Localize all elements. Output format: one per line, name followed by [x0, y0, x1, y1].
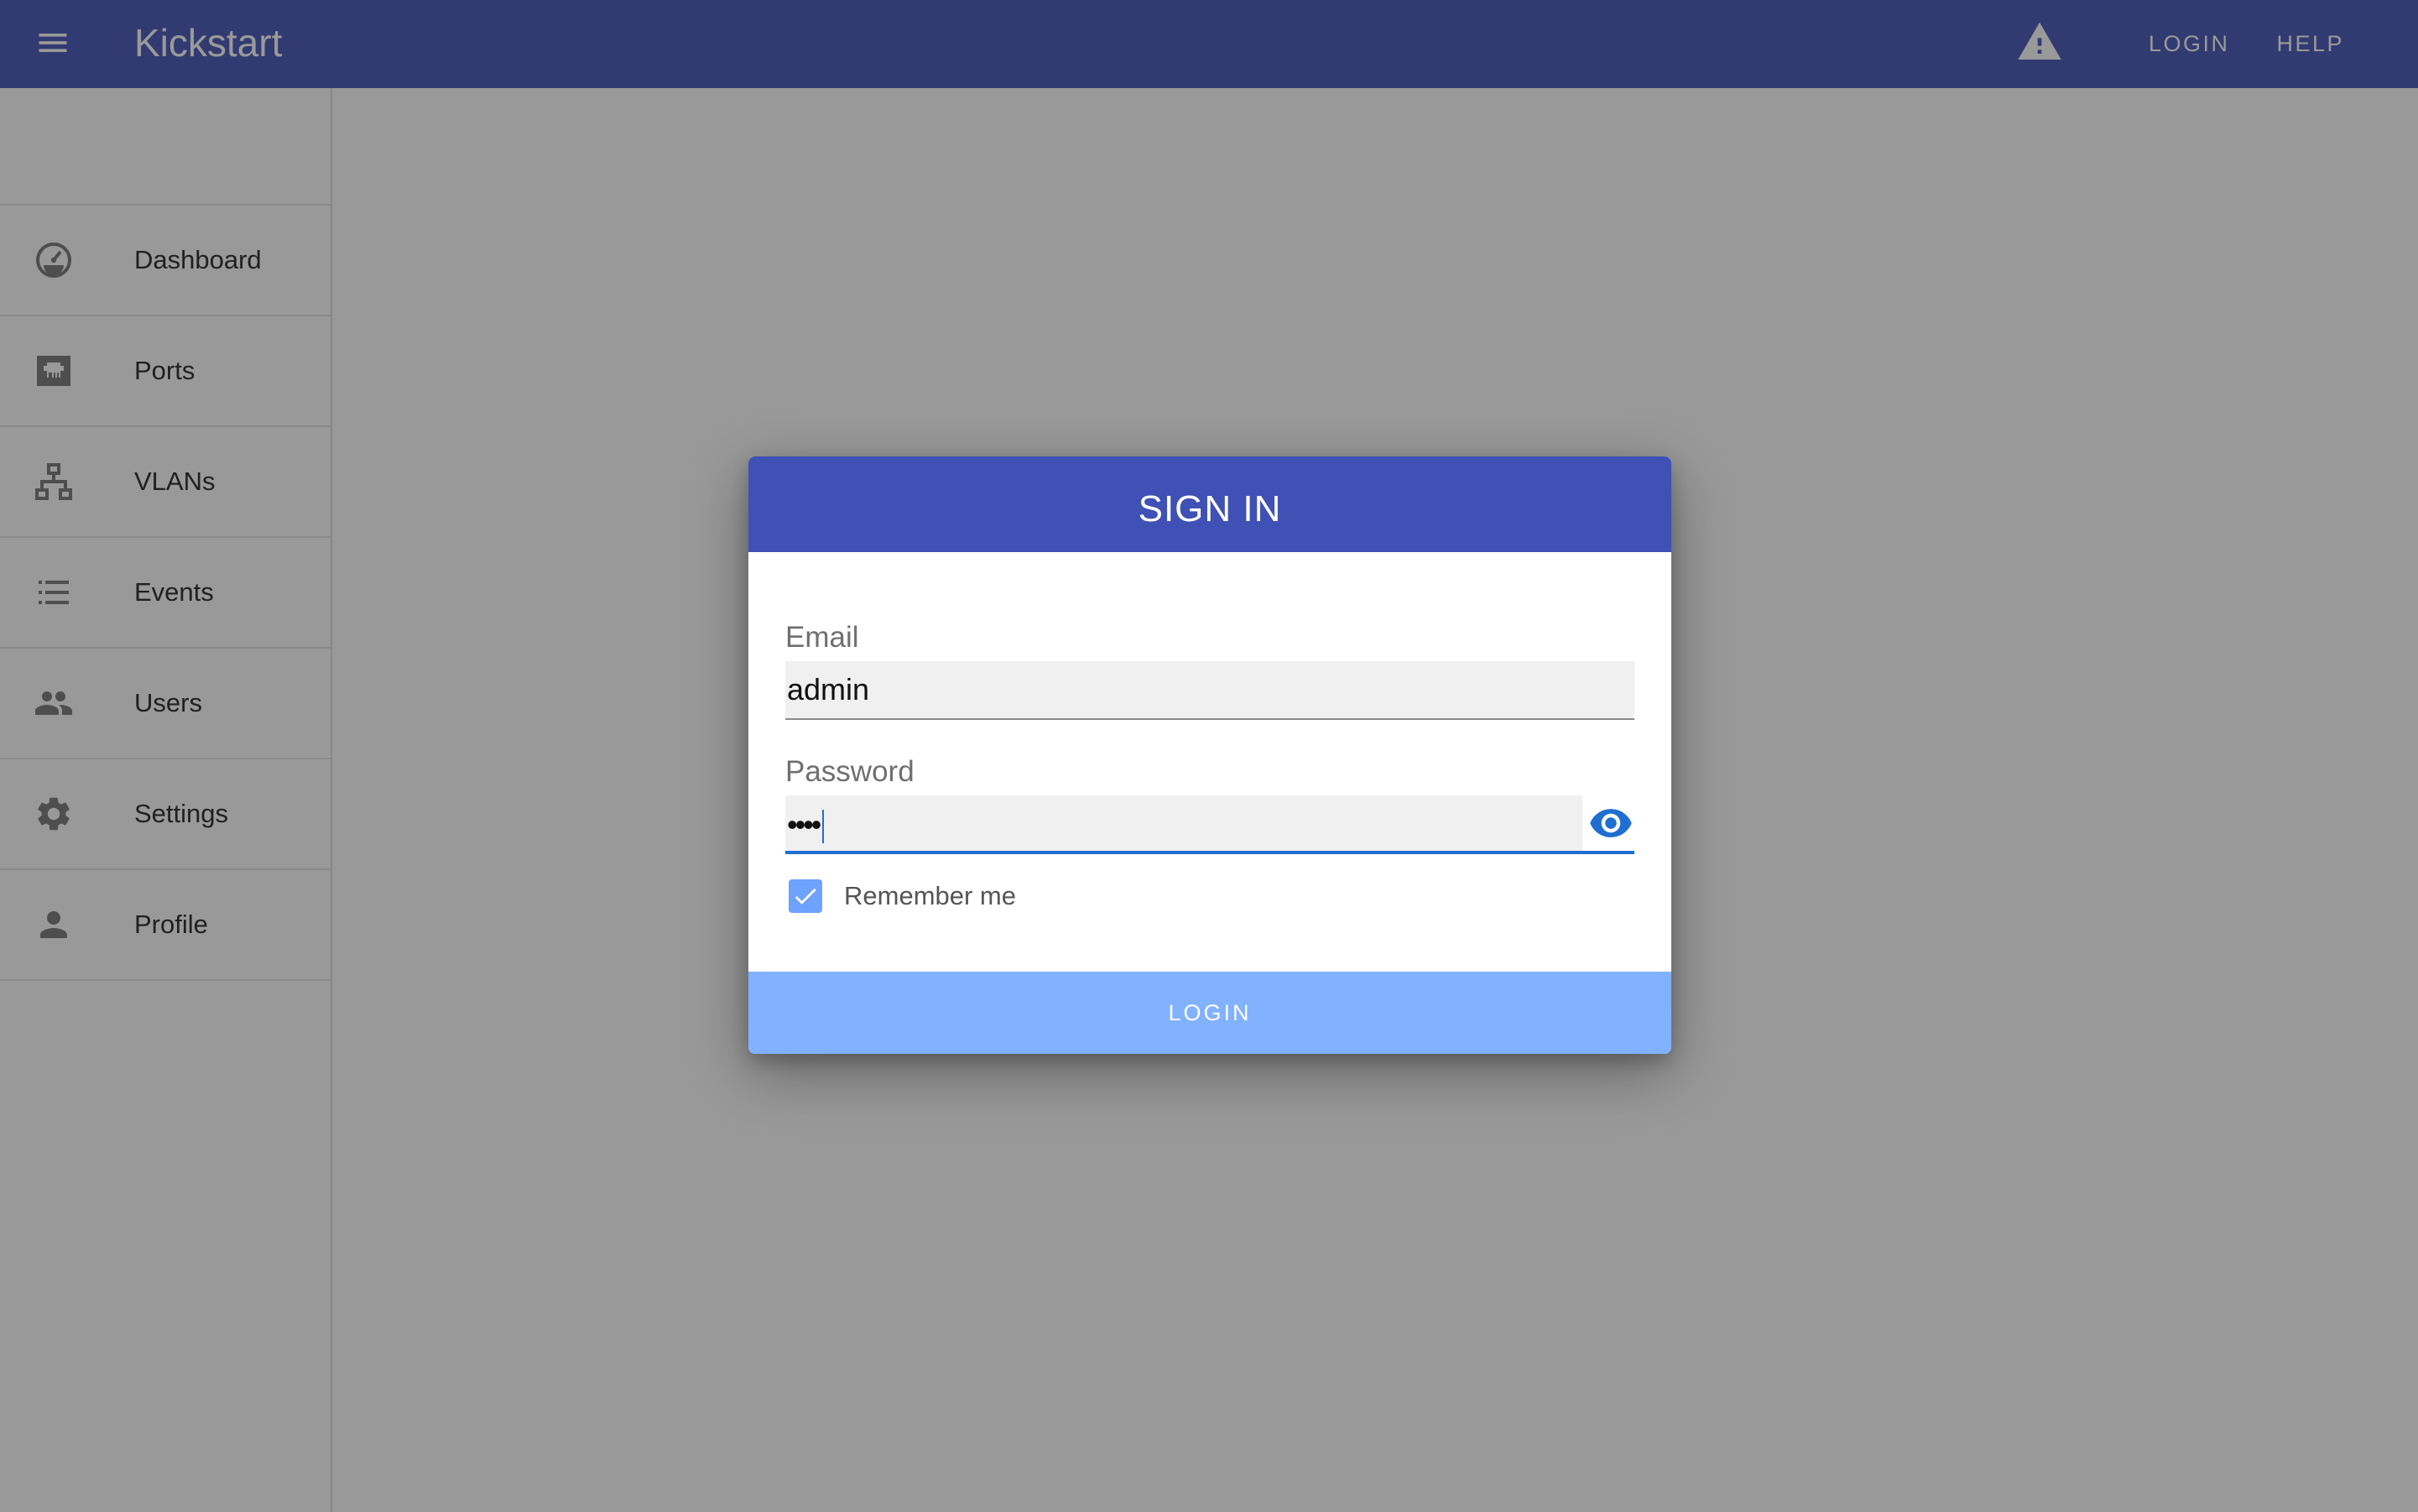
text-caret	[822, 810, 825, 844]
email-label: Email	[785, 621, 859, 654]
login-button[interactable]: LOGIN	[748, 972, 1671, 1054]
checkbox-checked-icon[interactable]	[789, 879, 822, 913]
password-masked-value: ••••	[787, 807, 821, 842]
password-label: Password	[785, 755, 915, 788]
eye-icon	[1588, 800, 1634, 850]
app-root: Kickstart LOGIN HELP Dashboard Ports VLA…	[0, 0, 2418, 1512]
email-input[interactable]	[785, 661, 1634, 718]
password-input[interactable]: ••••	[787, 807, 825, 844]
toggle-password-visibility-button[interactable]	[1587, 801, 1634, 848]
sign-in-dialog: SIGN IN Email Password •••• Remember me …	[748, 456, 1671, 1054]
password-field[interactable]: ••••	[785, 795, 1582, 854]
email-field[interactable]	[785, 661, 1634, 720]
remember-me-checkbox[interactable]: Remember me	[789, 879, 1016, 913]
password-underline	[785, 851, 1634, 854]
dialog-title: SIGN IN	[748, 456, 1671, 552]
remember-me-label: Remember me	[844, 881, 1016, 910]
